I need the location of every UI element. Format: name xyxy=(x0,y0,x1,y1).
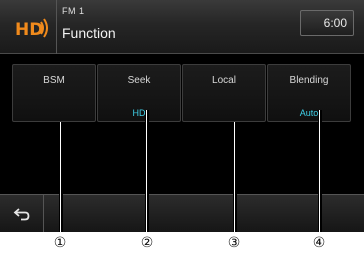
page-title: Function xyxy=(62,25,116,41)
bsm-label: BSM xyxy=(43,75,65,86)
band-label: FM 1 xyxy=(62,6,85,16)
seek-label: Seek xyxy=(127,75,151,86)
header-bar: HD FM 1 Function 6:00 xyxy=(0,0,364,54)
clock-text: 6:00 xyxy=(323,16,347,30)
radio-function-screen: HD FM 1 Function 6:00 BSM Seek HD Local … xyxy=(0,0,364,232)
callout-number-2: ② xyxy=(140,235,154,251)
callout-number-4: ④ xyxy=(312,235,326,251)
callout-line-1 xyxy=(60,122,61,232)
callout-number-1: ① xyxy=(53,235,67,251)
hd-radio-logo-icon: HD xyxy=(14,14,50,42)
local-label: Local xyxy=(212,75,236,86)
seek-button[interactable]: Seek HD xyxy=(97,64,181,122)
header-divider xyxy=(56,0,57,54)
back-arrow-icon xyxy=(13,208,30,221)
bsm-button[interactable]: BSM xyxy=(12,64,96,122)
bottom-bar xyxy=(0,194,364,232)
svg-text:HD: HD xyxy=(15,20,43,40)
blending-label: Blending xyxy=(289,75,329,86)
local-button[interactable]: Local xyxy=(182,64,266,122)
callout-line-4 xyxy=(319,110,320,232)
callout-number-3: ③ xyxy=(227,235,241,251)
blending-button[interactable]: Blending Auto xyxy=(267,64,351,122)
back-button[interactable] xyxy=(0,195,44,232)
callout-line-3 xyxy=(234,122,235,232)
callout-line-2 xyxy=(146,110,147,232)
blending-value: Auto xyxy=(299,108,319,118)
clock-display: 6:00 xyxy=(300,10,354,36)
seek-value: HD xyxy=(132,108,146,118)
